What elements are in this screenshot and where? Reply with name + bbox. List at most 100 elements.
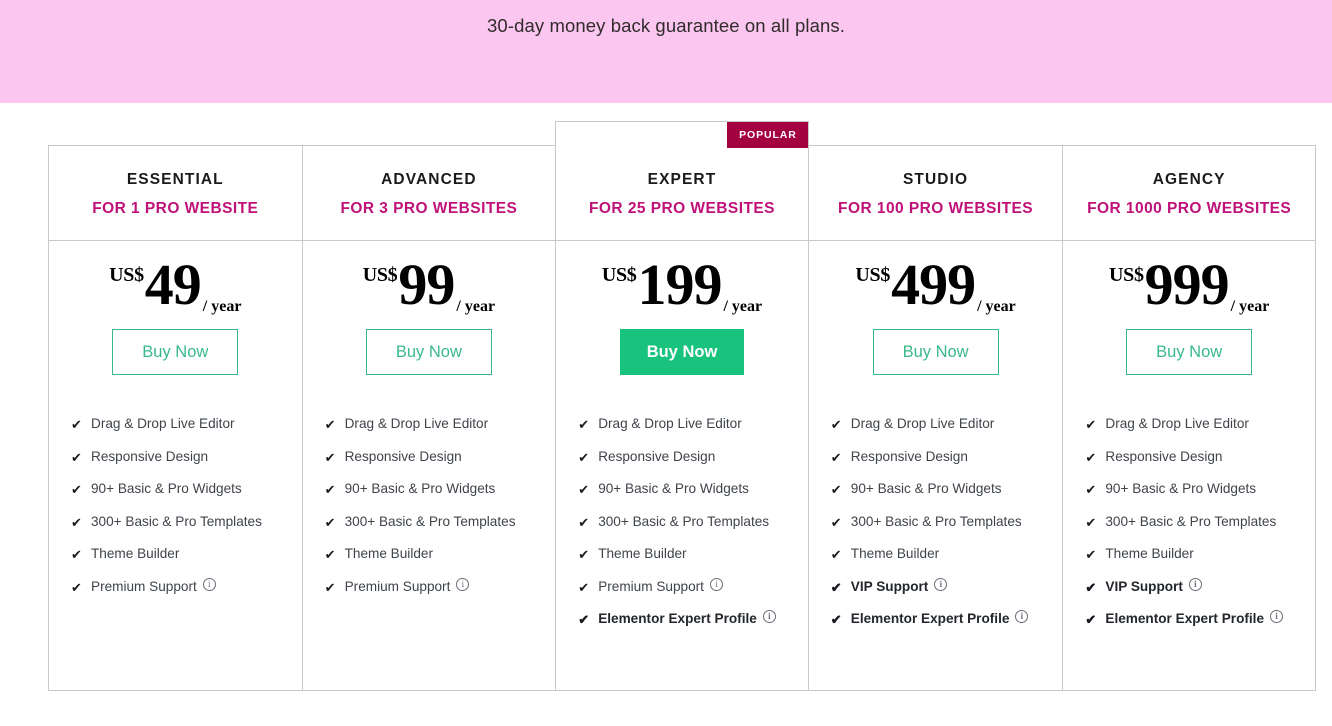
feature-label: VIP Support	[1105, 578, 1183, 594]
feature-label: 300+ Basic & Pro Templates	[344, 513, 516, 529]
pricing-column-expert: POPULAR EXPERT FOR 25 PRO WEBSITES US$ 199/ …	[555, 121, 809, 691]
feature-label: 300+ Basic & Pro Templates	[598, 513, 770, 529]
feature-item: ✔ Drag & Drop Live Editor	[1085, 413, 1315, 435]
plan-price: US$ 49/ year	[109, 241, 241, 327]
feature-label: Responsive Design	[91, 448, 209, 464]
check-icon: ✔	[1085, 449, 1097, 465]
feature-item: ✔ 300+ Basic & Pro Templates	[325, 511, 556, 533]
guarantee-banner: 30-day money back guarantee on all plans…	[0, 0, 1332, 103]
plan-price: US$ 99/ year	[363, 241, 495, 327]
feature-item: ✔ Drag & Drop Live Editor	[831, 413, 1063, 435]
check-icon: ✔	[830, 449, 842, 465]
buy-now-button[interactable]: Buy Now	[1126, 329, 1253, 375]
check-icon: ✔	[830, 514, 842, 530]
pricing-column-studio: STUDIO FOR 100 PRO WEBSITES US$ 499/ year Bu…	[808, 145, 1063, 691]
price-amount: 999	[1144, 252, 1230, 317]
info-icon[interactable]	[1015, 610, 1029, 623]
feature-item: ✔ VIP Support	[831, 576, 1063, 598]
feature-item: ✔ Theme Builder	[71, 543, 302, 565]
pricing-column-essential: ESSENTIAL FOR 1 PRO WEBSITE US$ 49/ year Buy…	[48, 145, 302, 691]
plan-price: US$ 199/ year	[602, 241, 762, 327]
feature-label: Premium Support	[344, 578, 451, 594]
feature-label: 90+ Basic & Pro Widgets	[850, 481, 1002, 496]
feature-item: ✔ VIP Support	[1085, 576, 1315, 598]
plan-subtitle: FOR 3 PRO WEBSITES	[340, 200, 518, 217]
feature-item: ✔ Premium Support	[325, 576, 556, 598]
pricing-column-advanced: ADVANCED FOR 3 PRO WEBSITES US$ 99/ year Buy…	[301, 145, 556, 691]
feature-item: ✔ 300+ Basic & Pro Templates	[1085, 511, 1315, 533]
feature-item: ✔ Responsive Design	[831, 446, 1063, 468]
feature-label: Responsive Design	[1105, 448, 1223, 464]
feature-label: Elementor Expert Profile	[850, 611, 1010, 626]
feature-item: ✔ 300+ Basic & Pro Templates	[71, 511, 302, 533]
info-icon[interactable]	[709, 577, 723, 591]
plan-header: ESSENTIAL FOR 1 PRO WEBSITE	[49, 146, 302, 241]
feature-item: ✔ Elementor Expert Profile	[578, 608, 808, 630]
check-icon: ✔	[324, 449, 336, 465]
feature-list: ✔ Drag & Drop Live Editor ✔ Responsive Desi…	[1063, 375, 1315, 641]
feature-item: ✔ Theme Builder	[1085, 543, 1315, 565]
check-icon: ✔	[324, 482, 336, 497]
feature-list: ✔ Drag & Drop Live Editor ✔ Responsive Desi…	[556, 375, 808, 641]
plan-subtitle: FOR 25 PRO WEBSITES	[589, 200, 775, 217]
info-icon[interactable]	[1188, 577, 1202, 591]
pricing-column-agency: AGENCY FOR 1000 PRO WEBSITES US$ 999/ year B…	[1062, 145, 1316, 691]
info-icon[interactable]	[1270, 610, 1284, 623]
check-icon: ✔	[578, 449, 590, 465]
price-period: / year	[723, 298, 763, 315]
feature-label: Elementor Expert Profile	[1105, 611, 1265, 626]
feature-item: ✔ Responsive Design	[325, 446, 556, 468]
buy-now-button[interactable]: Buy Now	[872, 329, 999, 375]
feature-item: ✔ Theme Builder	[578, 543, 808, 565]
feature-label: Drag & Drop Live Editor	[850, 416, 995, 431]
check-icon: ✔	[71, 547, 82, 562]
price-amount: 499	[891, 252, 976, 317]
feature-label: 300+ Basic & Pro Templates	[91, 513, 262, 529]
check-icon: ✔	[324, 579, 336, 595]
feature-item: ✔ 90+ Basic & Pro Widgets	[71, 478, 302, 500]
check-icon: ✔	[71, 449, 82, 465]
check-icon: ✔	[830, 547, 842, 562]
check-icon: ✔	[578, 482, 590, 497]
feature-label: 90+ Basic & Pro Widgets	[1105, 481, 1257, 496]
feature-list: ✔ Drag & Drop Live Editor ✔ Responsive Desi…	[809, 375, 1063, 641]
feature-label: Elementor Expert Profile	[598, 611, 757, 626]
plan-name: ESSENTIAL	[126, 171, 224, 188]
buy-now-button[interactable]: Buy Now	[112, 329, 239, 375]
feature-label: Responsive Design	[344, 448, 462, 464]
check-icon: ✔	[830, 482, 842, 497]
feature-label: Responsive Design	[598, 448, 716, 464]
plan-name: ADVANCED	[381, 171, 477, 188]
feature-label: Theme Builder	[598, 546, 687, 561]
check-icon: ✔	[1085, 514, 1097, 530]
check-icon: ✔	[578, 514, 590, 530]
feature-label: Theme Builder	[850, 546, 940, 561]
buy-now-button[interactable]: Buy Now	[365, 329, 492, 375]
check-icon: ✔	[1085, 579, 1097, 595]
buy-now-button[interactable]: Buy Now	[619, 329, 744, 375]
plan-price: US$ 999/ year	[1109, 241, 1269, 327]
feature-item: ✔ Premium Support	[71, 576, 302, 598]
check-icon: ✔	[830, 417, 842, 432]
feature-label: Drag & Drop Live Editor	[1105, 416, 1249, 431]
feature-label: Theme Builder	[91, 546, 180, 561]
check-icon: ✔	[1085, 417, 1097, 432]
plan-header: ADVANCED FOR 3 PRO WEBSITES	[302, 146, 556, 241]
feature-item: ✔ 300+ Basic & Pro Templates	[578, 511, 808, 533]
plan-name: AGENCY	[1152, 171, 1226, 188]
check-icon: ✔	[578, 612, 590, 627]
feature-item: ✔ 90+ Basic & Pro Widgets	[325, 478, 556, 500]
pricing-table-wrapper: ESSENTIAL FOR 1 PRO WEBSITE US$ 49/ year Buy…	[16, 103, 1316, 691]
feature-label: Responsive Design	[850, 448, 968, 464]
info-icon[interactable]	[202, 577, 216, 591]
check-icon: ✔	[324, 417, 336, 432]
info-icon[interactable]	[762, 610, 776, 623]
feature-item: ✔ Theme Builder	[325, 543, 556, 565]
info-icon[interactable]	[456, 577, 470, 591]
check-icon: ✔	[578, 417, 590, 432]
feature-item: ✔ Premium Support	[578, 576, 808, 598]
check-icon: ✔	[1085, 547, 1097, 562]
info-icon[interactable]	[934, 577, 948, 591]
price-currency: US$	[1109, 264, 1144, 286]
pricing-table: ESSENTIAL FOR 1 PRO WEBSITE US$ 49/ year Buy…	[48, 121, 1316, 691]
